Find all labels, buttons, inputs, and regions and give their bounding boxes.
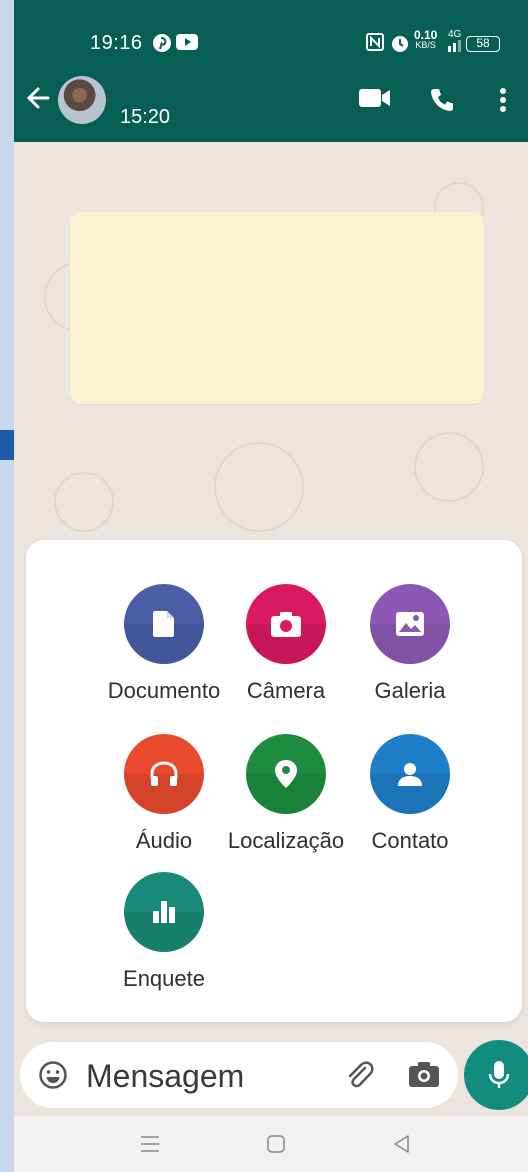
attach-label: Contato: [371, 828, 449, 853]
message-input[interactable]: [86, 1056, 326, 1096]
attach-documento[interactable]: Documento: [94, 584, 234, 704]
voice-call-icon[interactable]: [428, 86, 456, 119]
chat-header: 19:16 0.10 KB/S 4G 58 15:20: [14, 0, 528, 142]
attach-camera[interactable]: Câmera: [216, 584, 356, 704]
left-edge-strip: [0, 0, 14, 1172]
message-bubble[interactable]: [70, 212, 484, 404]
video-call-icon[interactable]: [358, 86, 392, 115]
wallpaper-doodle: [214, 442, 304, 532]
youtube-icon: [176, 33, 198, 56]
attach-localizacao[interactable]: Localização: [216, 734, 356, 854]
system-nav-bar: [14, 1116, 528, 1172]
net-speed-value: 0.10: [414, 28, 438, 42]
attach-label: Documento: [107, 678, 221, 703]
headphones-icon: [124, 734, 204, 814]
alarm-icon: [390, 33, 410, 58]
more-vert-icon[interactable]: [498, 86, 508, 119]
menu-nav-icon[interactable]: [140, 1134, 160, 1159]
status-bar: 19:16 0.10 KB/S 4G 58: [14, 0, 528, 70]
camera-icon: [246, 584, 326, 664]
nfc-icon: [366, 33, 384, 56]
chat-toolbar: 15:20: [14, 70, 528, 142]
net-speed-unit: KB/S: [415, 40, 436, 50]
battery-icon: 58: [466, 34, 500, 52]
attach-label: Localização: [227, 828, 345, 853]
attach-label: Câmera: [246, 678, 326, 703]
attach-contato[interactable]: Contato: [340, 734, 480, 854]
avatar[interactable]: [58, 76, 106, 124]
net-speed: 0.10 KB/S: [414, 28, 438, 50]
attach-label: Galeria: [374, 678, 446, 703]
mic-icon: [488, 1061, 510, 1088]
attachment-sheet: Documento Câmera Galeria Áudio Localizaç…: [26, 540, 522, 1022]
gallery-icon: [370, 584, 450, 664]
attach-galeria[interactable]: Galeria: [340, 584, 480, 704]
edge-marker: [0, 430, 14, 460]
poll-icon: [124, 872, 204, 952]
chat-time: 15:20: [120, 106, 171, 128]
pinterest-icon: [152, 33, 172, 58]
network-type: 4G: [448, 29, 462, 40]
attach-label: Enquete: [123, 966, 205, 991]
attach-clip-icon[interactable]: [342, 1058, 376, 1097]
attach-label: Áudio: [135, 828, 193, 853]
contact-icon: [370, 734, 450, 814]
battery-level: 58: [466, 36, 500, 52]
message-input-bar: [20, 1042, 458, 1108]
home-nav-icon[interactable]: [266, 1134, 286, 1159]
location-pin-icon: [246, 734, 326, 814]
attach-enquete[interactable]: Enquete: [94, 872, 234, 992]
emoji-icon[interactable]: [38, 1060, 68, 1095]
back-nav-icon[interactable]: [392, 1134, 412, 1159]
back-arrow-icon[interactable]: [24, 84, 52, 117]
camera-shortcut-icon[interactable]: [408, 1060, 440, 1093]
wallpaper-doodle: [54, 472, 114, 532]
status-time: 19:16: [90, 32, 143, 54]
signal-icon: 4G: [448, 30, 462, 55]
attach-audio[interactable]: Áudio: [94, 734, 234, 854]
mic-button[interactable]: [464, 1040, 528, 1110]
phone-screen: 19:16 0.10 KB/S 4G 58 15:20 Documento Câ…: [14, 0, 528, 1172]
document-icon: [124, 584, 204, 664]
wallpaper-doodle: [414, 432, 484, 502]
